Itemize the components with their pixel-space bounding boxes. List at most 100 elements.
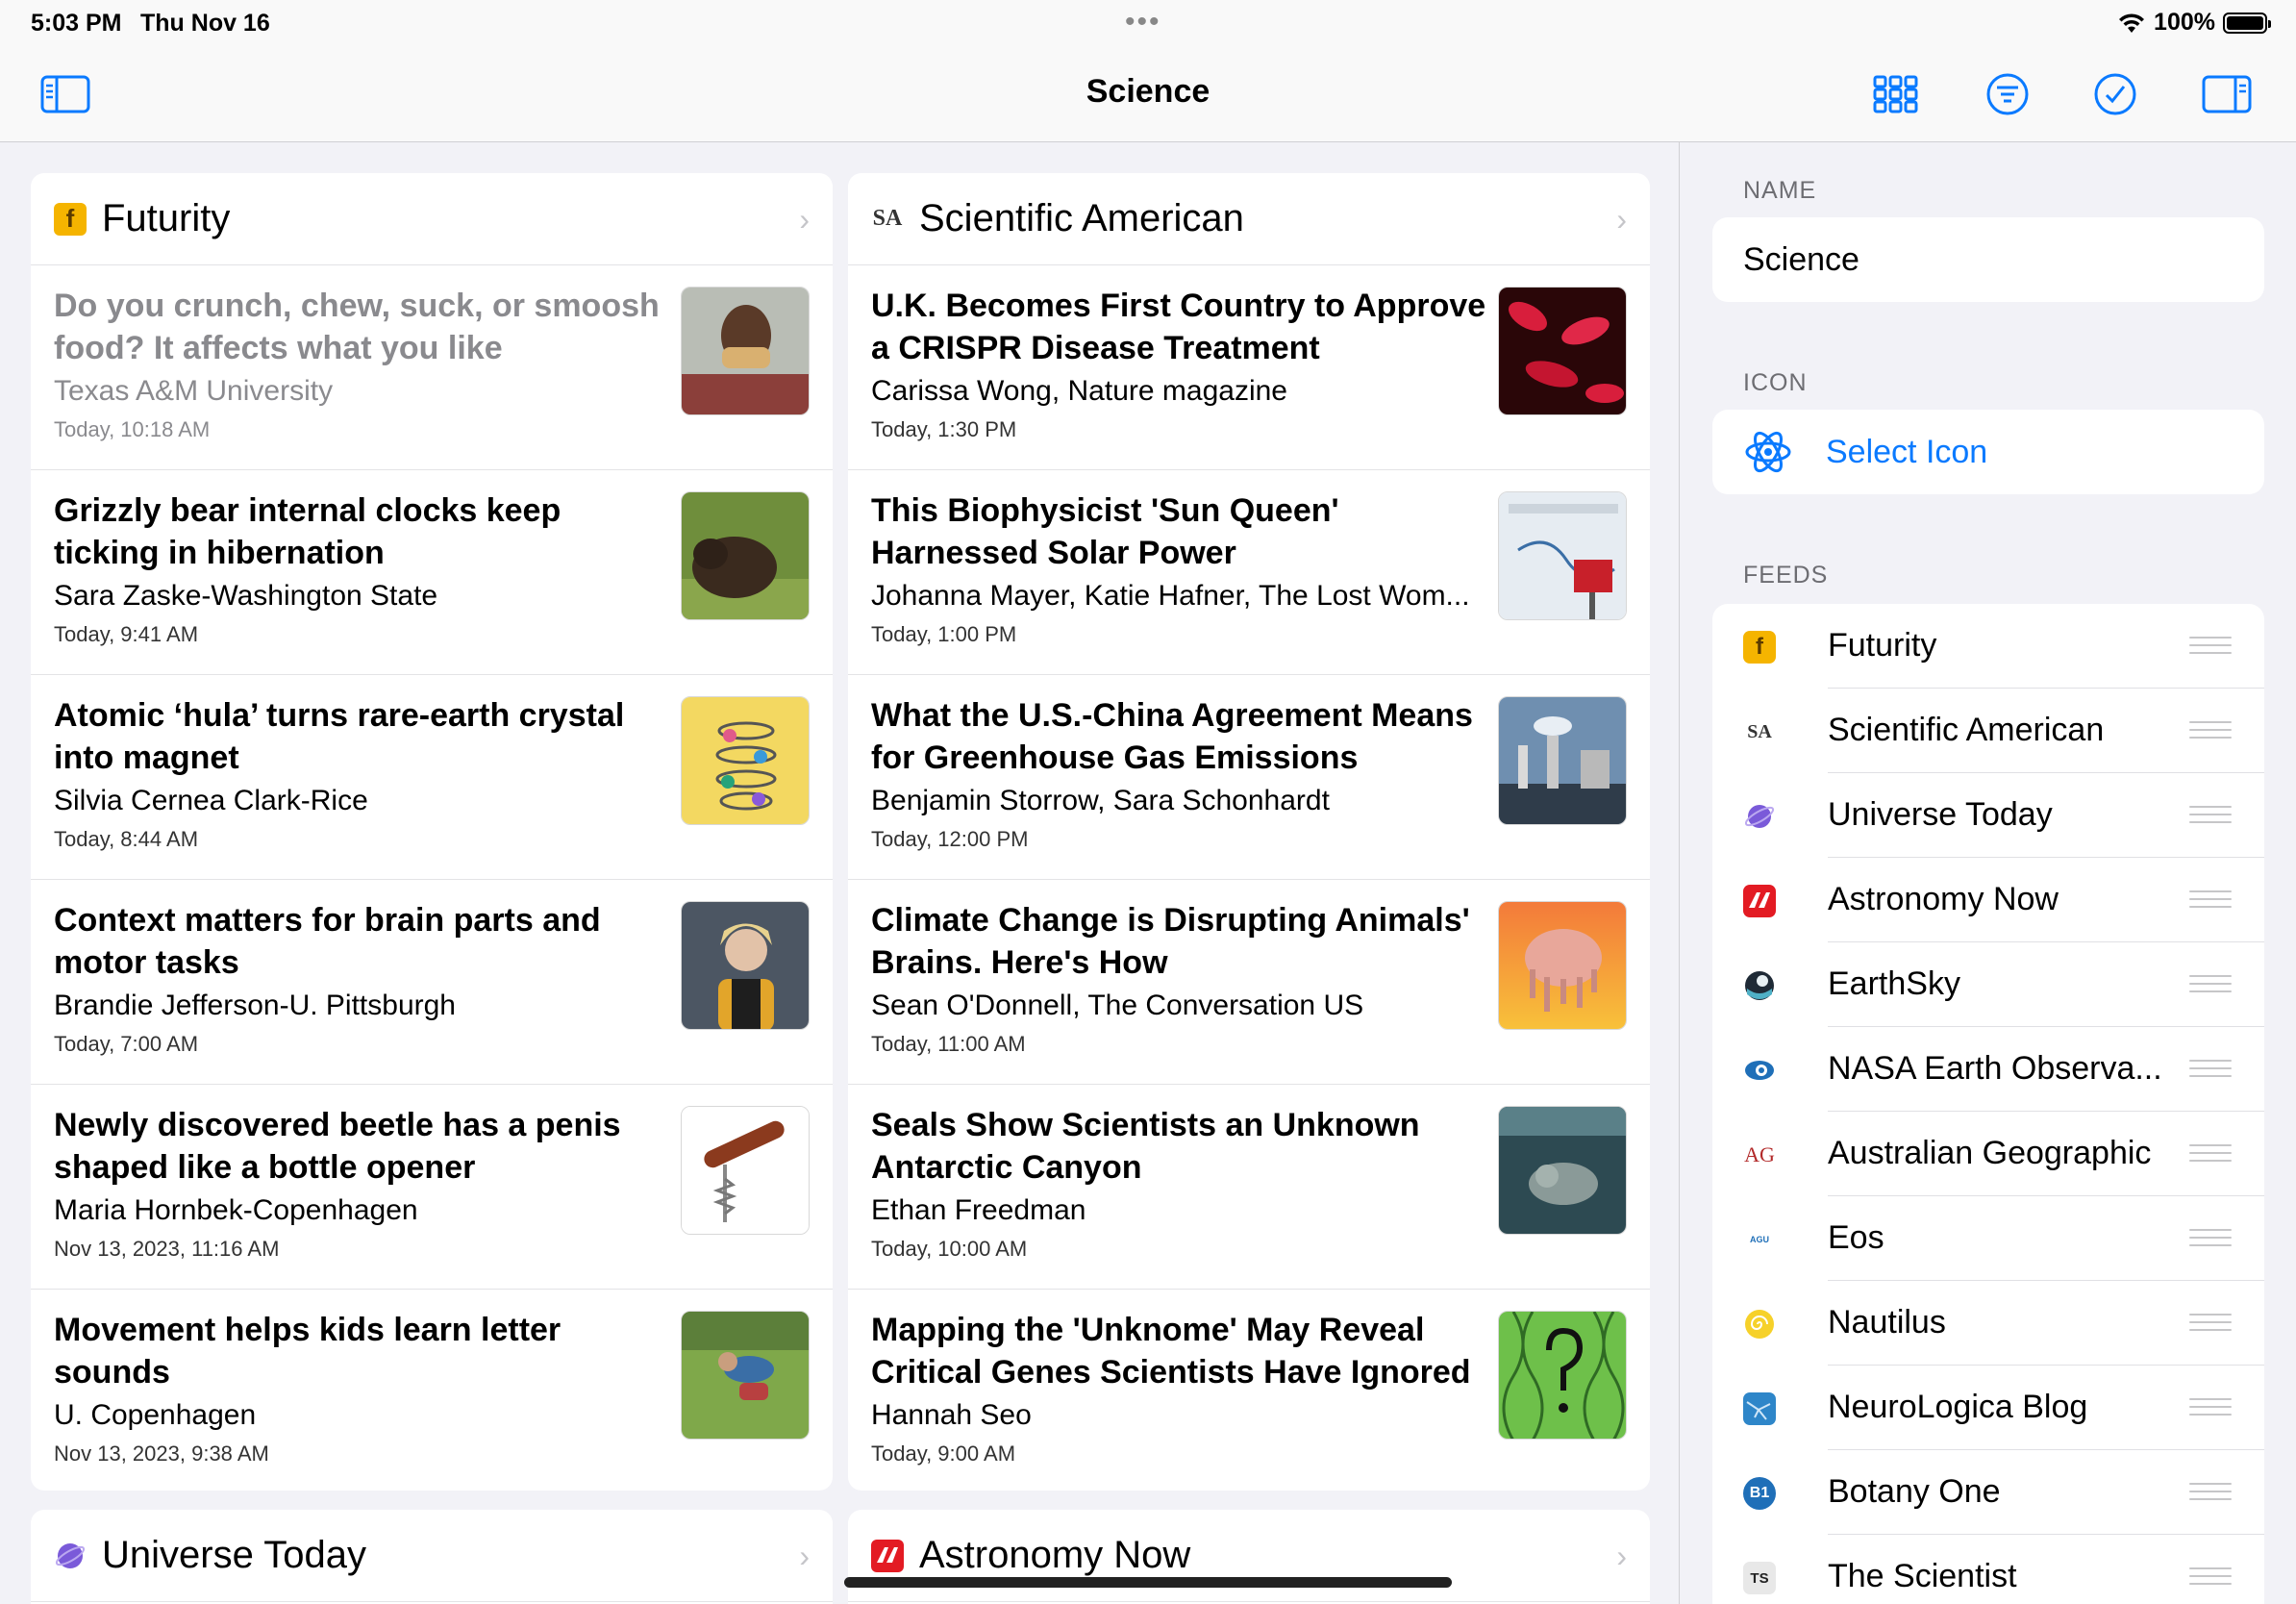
article-author: Sara Zaske-Washington State — [54, 580, 438, 612]
sidebar-right-icon — [2202, 75, 2252, 113]
article-thumbnail — [1498, 491, 1627, 620]
folder-name-field[interactable]: Science — [1712, 217, 2264, 302]
feed-list-item[interactable]: EarthSky — [1712, 942, 2264, 1027]
inspector-toggle-button[interactable] — [2200, 71, 2254, 117]
feed-name: NASA Earth Observa... — [1828, 1050, 2162, 1087]
article-date: Today, 12:00 PM — [871, 827, 1029, 851]
article-row[interactable]: What the U.S.-China Agreement Means for … — [848, 675, 1650, 880]
article-date: Nov 13, 2023, 9:38 AM — [54, 1441, 269, 1466]
article-row[interactable]: This Biophysicist 'Sun Queen' Harnessed … — [848, 470, 1650, 675]
article-author: Ethan Freedman — [871, 1194, 1086, 1226]
reorder-handle-icon[interactable] — [2189, 1144, 2232, 1164]
article-author: Johanna Mayer, Katie Hafner, The Lost Wo… — [871, 580, 1470, 612]
feed-list-item[interactable]: f Futurity — [1712, 604, 2264, 689]
feed-card-title: Futurity — [102, 197, 231, 239]
futurity-icon-glyph: f — [65, 204, 75, 233]
reorder-handle-icon[interactable] — [2189, 1567, 2232, 1587]
futurity-icon-glyph: f — [1756, 634, 1763, 660]
wifi-icon — [2119, 13, 2145, 33]
eos-icon-glyph: AGU — [1750, 1235, 1769, 1244]
feed-list-item[interactable]: AG Australian Geographic — [1712, 1112, 2264, 1196]
feed-name: Botany One — [1828, 1473, 2001, 1510]
multitasking-dots-icon[interactable]: ••• — [1125, 6, 1161, 38]
nasa-earth-icon — [1743, 1054, 1776, 1087]
feed-card-header[interactable]: Astronomy Now › — [848, 1510, 1650, 1602]
article-row[interactable]: Context matters for brain parts and moto… — [31, 880, 833, 1085]
article-title: Movement helps kids learn letter sounds — [54, 1312, 562, 1391]
battery-icon — [2223, 12, 2271, 34]
sa-icon-glyph: SA — [1747, 720, 1772, 742]
feed-card-header[interactable]: f Futurity › — [31, 173, 833, 265]
feed-grid: f Futurity › Do you crunch, chew, suck, … — [0, 142, 1679, 1604]
reorder-handle-icon[interactable] — [2189, 1229, 2232, 1248]
article-row[interactable]: U.K. Becomes First Country to Approve a … — [848, 265, 1650, 470]
checkmark-circle-icon — [2094, 73, 2136, 115]
feed-list-item[interactable]: TS The Scientist — [1712, 1535, 2264, 1604]
grid-view-button[interactable] — [1869, 71, 1923, 117]
feed-list-item[interactable]: Universe Today — [1712, 773, 2264, 858]
feed-list-item[interactable]: Astronomy Now — [1712, 858, 2264, 942]
article-author: Silvia Cernea Clark-Rice — [54, 785, 368, 816]
ag-icon-glyph: AG — [1744, 1142, 1775, 1166]
astronomy-now-icon — [871, 1539, 904, 1572]
feed-name: Universe Today — [1828, 796, 2053, 833]
status-date: Thu Nov 16 — [140, 10, 270, 37]
article-row[interactable]: Climate Change is Disrupting Animals' Br… — [848, 880, 1650, 1085]
article-row[interactable]: Mapping the 'Unknome' May Reveal Critica… — [848, 1290, 1650, 1491]
feed-list-item[interactable]: AGU Eos — [1712, 1196, 2264, 1281]
article-thumbnail — [1498, 696, 1627, 825]
article-date: Today, 9:41 AM — [54, 622, 199, 646]
mark-all-read-button[interactable] — [2088, 71, 2142, 117]
feed-card-astronomy-now: Astronomy Now › — [848, 1510, 1650, 1604]
article-date: Today, 9:00 AM — [871, 1441, 1016, 1466]
article-title: Climate Change is Disrupting Animals' Br… — [871, 902, 1470, 981]
reorder-handle-icon[interactable] — [2189, 806, 2232, 825]
icon-section-label: ICON — [1743, 369, 1808, 396]
feed-card-header[interactable]: SA Scientific American › — [848, 173, 1650, 265]
feed-name: Astronomy Now — [1828, 881, 2059, 917]
reorder-handle-icon[interactable] — [2189, 890, 2232, 910]
feed-list-item[interactable]: B1 Botany One — [1712, 1450, 2264, 1535]
botany-one-icon-glyph: B1 — [1749, 1485, 1770, 1501]
feed-card-title: Astronomy Now — [919, 1534, 1191, 1576]
article-thumbnail — [1498, 287, 1627, 415]
reorder-handle-icon[interactable] — [2189, 721, 2232, 740]
article-row[interactable]: Movement helps kids learn letter sounds … — [31, 1290, 833, 1491]
futurity-icon: f — [54, 202, 87, 236]
article-row[interactable]: Atomic ‘hula’ turns rare-earth crystal i… — [31, 675, 833, 880]
article-row[interactable]: Newly discovered beetle has a penis shap… — [31, 1085, 833, 1290]
feed-card-title: Scientific American — [919, 197, 1244, 239]
article-thumbnail — [681, 491, 810, 620]
feed-name: Australian Geographic — [1828, 1135, 2152, 1171]
folder-name-value: Science — [1743, 240, 1859, 278]
feed-list-item[interactable]: NeuroLogica Blog — [1712, 1366, 2264, 1450]
article-row[interactable]: Do you crunch, chew, suck, or smoosh foo… — [31, 265, 833, 470]
filter-button[interactable] — [1981, 71, 2034, 117]
select-icon-button[interactable]: Select Icon — [1712, 410, 2264, 494]
futurity-icon: f — [1743, 631, 1776, 664]
article-date: Today, 1:30 PM — [871, 417, 1017, 441]
reorder-handle-icon[interactable] — [2189, 1483, 2232, 1502]
article-row[interactable]: Grizzly bear internal clocks keep tickin… — [31, 470, 833, 675]
feed-list-item[interactable]: NASA Earth Observa... — [1712, 1027, 2264, 1112]
article-author: Sean O'Donnell, The Conversation US — [871, 990, 1364, 1021]
page-title: Science — [1086, 73, 1210, 110]
status-bar: 5:03 PM Thu Nov 16 ••• 100% — [0, 0, 2296, 46]
reorder-handle-icon[interactable] — [2189, 1060, 2232, 1079]
article-thumbnail — [681, 1106, 810, 1235]
feed-card-header[interactable]: Universe Today › — [31, 1510, 833, 1602]
reorder-handle-icon[interactable] — [2189, 975, 2232, 994]
home-indicator[interactable] — [844, 1577, 1452, 1588]
article-author: Hannah Seo — [871, 1399, 1032, 1431]
eos-icon: AGU — [1743, 1223, 1776, 1256]
reorder-handle-icon[interactable] — [2189, 637, 2232, 656]
reorder-handle-icon[interactable] — [2189, 1314, 2232, 1333]
article-row[interactable]: Seals Show Scientists an Unknown Antarct… — [848, 1085, 1650, 1290]
reorder-handle-icon[interactable] — [2189, 1398, 2232, 1417]
feed-name: Scientific American — [1828, 712, 2105, 748]
article-title: This Biophysicist 'Sun Queen' Harnessed … — [871, 492, 1339, 571]
feed-list-item[interactable]: Nautilus — [1712, 1281, 2264, 1366]
select-icon-label: Select Icon — [1826, 433, 1988, 470]
article-author: Carissa Wong, Nature magazine — [871, 375, 1287, 407]
feed-list-item[interactable]: SA Scientific American — [1712, 689, 2264, 773]
